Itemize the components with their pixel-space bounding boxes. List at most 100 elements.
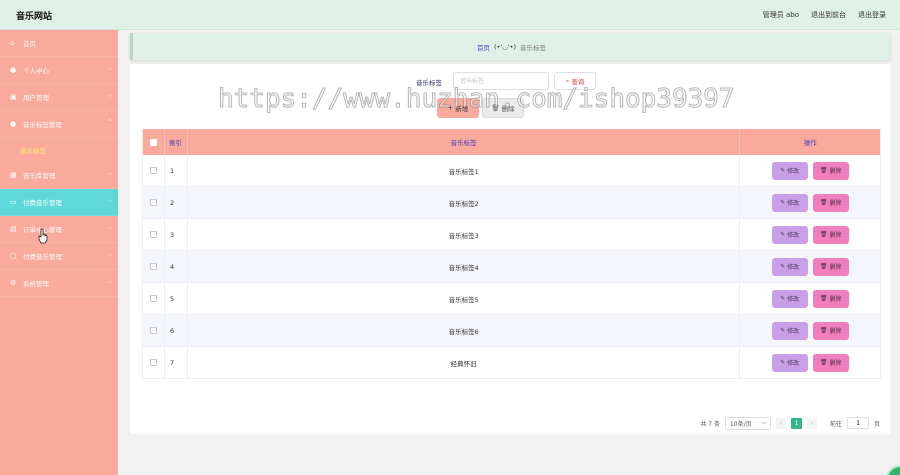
sidebar-item-users[interactable]: ▣ 用户管理 ⌵ (0, 84, 118, 111)
sidebar-item-paid-music[interactable]: ▭ 付费音乐管理 ⌵ (0, 189, 118, 216)
sidebar-item-label: 付费音乐管理 (23, 199, 62, 207)
row-checkbox[interactable] (149, 199, 157, 206)
logout-link[interactable]: 退出登录 (858, 10, 886, 20)
edit-button[interactable]: ✎ 修改 (771, 289, 808, 308)
row-select-cell (143, 347, 165, 378)
floating-helper-badge[interactable]: ○ (886, 465, 900, 475)
next-page-button[interactable]: › (806, 417, 817, 429)
row-checkbox[interactable] (149, 295, 157, 302)
breadcrumb-home[interactable]: 首页 (477, 42, 490, 52)
edit-icon: ✎ (780, 263, 786, 270)
chevron-down-icon: ⌵ (761, 419, 766, 426)
gear-icon: ⚙ (10, 279, 17, 287)
delete-button[interactable]: 🗑 删除 (812, 289, 849, 308)
delete-button-label: 删除 (829, 200, 842, 207)
chevron-down-icon: ⌵ (107, 278, 112, 285)
admin-label: 管理员 abo (762, 11, 799, 19)
row-tag: 音乐标签4 (188, 251, 741, 282)
sidebar-item-system[interactable]: ⚙ 系统管理 ⌵ (0, 270, 118, 297)
delete-button-label: 删除 (829, 232, 842, 239)
delete-button[interactable]: 🗑 删除 (812, 353, 849, 372)
chevron-down-icon: ⌵ (107, 224, 112, 231)
trash-icon: 🗑 (819, 263, 828, 270)
row-select-cell (143, 219, 165, 250)
sidebar-item-label: 用户管理 (23, 94, 49, 102)
table-row[interactable]: 4 音乐标签4 ✎ 修改 🗑 删除 (143, 251, 880, 283)
delete-button[interactable]: 🗑 删除 (812, 193, 849, 212)
edit-icon: ✎ (780, 359, 786, 366)
sidebar-subitem-music-tag[interactable]: 音乐标签 (0, 138, 118, 162)
delete-button[interactable]: 🗑 删除 (812, 225, 849, 244)
sidebar-item-home[interactable]: ⌂ 首页 (0, 30, 118, 57)
chevron-down-icon: ⌵ (107, 197, 112, 204)
user-icon: ● (10, 66, 17, 74)
sidebar-item-label: 个人中心 (23, 67, 49, 75)
edit-button[interactable]: ✎ 修改 (771, 257, 808, 276)
home-icon: ⌂ (10, 39, 15, 47)
header-tag[interactable]: 音乐标签 (188, 129, 741, 155)
row-index: 5 (165, 283, 188, 314)
users-icon: ▣ (10, 93, 17, 101)
row-tag: 音乐标签5 (188, 283, 741, 314)
hand-cursor-icon (38, 228, 48, 244)
table-row[interactable]: 3 音乐标签3 ✎ 修改 🗑 删除 (143, 219, 880, 251)
edit-button[interactable]: ✎ 修改 (771, 161, 808, 180)
sidebar-item-paid-music-2[interactable]: ▢ 付费音乐管理 ⌵ (0, 243, 118, 270)
edit-button-label: 修改 (787, 264, 800, 271)
edit-button[interactable]: ✎ 修改 (771, 225, 808, 244)
breadcrumb-emoticon: (•'◡'•) (494, 42, 516, 51)
edit-button-label: 修改 (787, 232, 800, 239)
row-actions: ✎ 修改 🗑 删除 (740, 187, 880, 218)
breadcrumb-current: 音乐标签 (520, 43, 546, 52)
table-row[interactable]: 2 音乐标签2 ✎ 修改 🗑 删除 (143, 187, 880, 219)
delete-button[interactable]: 🗑 删除 (812, 161, 849, 180)
trash-icon: 🗑 (819, 167, 828, 174)
chevron-down-icon: ⌵ (107, 92, 112, 99)
row-checkbox[interactable] (149, 327, 157, 334)
select-all-checkbox[interactable] (149, 138, 157, 146)
select-all-cell (143, 129, 165, 155)
delete-button[interactable]: 🗑 删除 (812, 257, 849, 276)
sidebar-item-orders[interactable]: ▤ 订单中心管理 ⌵ (0, 216, 118, 243)
top-bar: 音乐网站 管理员 abo 退出到前台 退出登录 (0, 0, 900, 30)
goto-suffix: 页 (873, 420, 880, 428)
row-checkbox[interactable] (149, 167, 157, 174)
breadcrumb: 首页 (•'◡'•) 音乐标签 (130, 33, 890, 60)
trash-icon: 🗑 (819, 199, 828, 206)
row-tag: 音乐标签2 (188, 187, 741, 218)
sidebar-item-profile[interactable]: ● 个人中心 ⌵ (0, 57, 118, 84)
table-row[interactable]: 1 音乐标签1 ✎ 修改 🗑 删除 (143, 155, 880, 187)
edit-icon: ✎ (780, 295, 786, 302)
back-to-front-link[interactable]: 退出到前台 (811, 10, 846, 20)
goto-page-input[interactable] (846, 417, 869, 429)
row-tag: 经典怀旧 (188, 347, 741, 378)
table-row[interactable]: 5 音乐标签5 ✎ 修改 🗑 删除 (143, 283, 880, 315)
delete-button[interactable]: 🗑 删除 (812, 321, 849, 340)
trash-icon: 🗑 (819, 327, 828, 334)
row-checkbox[interactable] (149, 263, 157, 270)
table-row[interactable]: 7 经典怀旧 ✎ 修改 🗑 删除 (143, 347, 880, 379)
edit-button-label: 修改 (787, 296, 800, 303)
pagination-total: 共 7 条 (700, 420, 720, 428)
chevron-down-icon: ⌵ (107, 65, 112, 72)
row-checkbox[interactable] (149, 231, 157, 238)
chevron-down-icon: ⌵ (107, 170, 112, 177)
edit-button[interactable]: ✎ 修改 (771, 321, 808, 340)
edit-icon: ✎ (780, 327, 786, 334)
row-checkbox[interactable] (149, 359, 157, 366)
header-index: 索引 (165, 129, 188, 155)
folder-icon: ▭ (10, 198, 17, 206)
page-number-current[interactable]: 1 (790, 417, 802, 429)
trash-icon: 🗑 (819, 295, 828, 302)
table-row[interactable]: 6 音乐标签6 ✎ 修改 🗑 删除 (143, 315, 880, 347)
sidebar-item-music-tags[interactable]: ● 音乐标签管理 ^ (0, 111, 118, 138)
sidebar-item-label: 首页 (23, 40, 36, 48)
edit-button[interactable]: ✎ 修改 (771, 353, 808, 372)
sidebar-item-music-library[interactable]: ▦ 音乐库管理 ⌵ (0, 162, 118, 189)
page-size-select[interactable]: 10条/页 ⌵ (724, 416, 771, 430)
top-right-links: 管理员 abo 退出到前台 退出登录 (763, 10, 886, 20)
pagination: 共 7 条 10条/页 ⌵ ‹ 1 › 前往 页 (700, 416, 880, 430)
prev-page-button[interactable]: ‹ (775, 417, 786, 429)
edit-button[interactable]: ✎ 修改 (771, 193, 808, 212)
sidebar-item-label: 系统管理 (23, 280, 49, 288)
